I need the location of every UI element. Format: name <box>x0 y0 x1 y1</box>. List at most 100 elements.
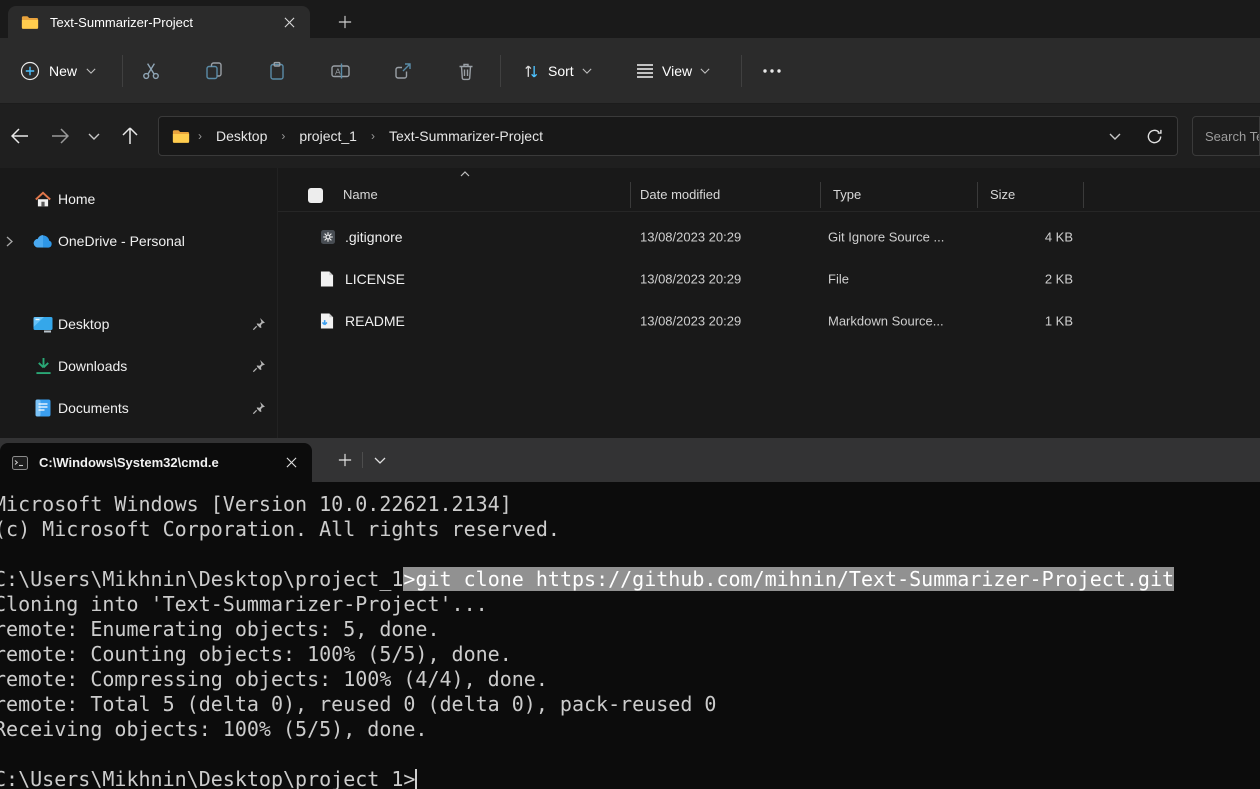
explorer-tab[interactable]: Text-Summarizer-Project <box>8 6 310 38</box>
breadcrumb-desktop[interactable]: Desktop <box>210 125 273 147</box>
sidebar-item-label: Desktop <box>58 316 109 332</box>
select-all-checkbox[interactable] <box>308 188 323 203</box>
terminal-line: Cloning into 'Text-Summarizer-Project'..… <box>0 592 1260 617</box>
file-explorer-window: Text-Summarizer-Project New <box>0 0 1260 438</box>
column-header-type[interactable]: Type <box>833 187 861 202</box>
address-bar[interactable]: › Desktop › project_1 › Text-Summarizer-… <box>158 116 1178 156</box>
terminal-profile-dropdown-button[interactable] <box>366 446 394 474</box>
table-row[interactable]: .gitignore 13/08/2023 20:29 Git Ignore S… <box>278 216 1260 258</box>
gitignore-file-icon <box>320 229 336 245</box>
column-headers: Name Date modified Type Size <box>278 180 1260 212</box>
sidebar-item-onedrive[interactable]: OneDrive - Personal <box>4 224 272 258</box>
up-button[interactable] <box>112 118 148 154</box>
column-divider[interactable] <box>630 182 631 208</box>
terminal-line: (c) Microsoft Corporation. All rights re… <box>0 517 1260 542</box>
expand-chevron-icon[interactable] <box>6 236 20 247</box>
file-list: Name Date modified Type Size <box>278 168 1260 438</box>
svg-text:A: A <box>335 67 341 77</box>
file-date-modified: 13/08/2023 20:29 <box>640 272 741 287</box>
column-divider[interactable] <box>820 182 821 208</box>
file-size: 4 KB <box>977 230 1073 245</box>
sort-button-label: Sort <box>548 63 574 79</box>
toolbar-divider <box>122 55 123 87</box>
terminal-prompt-line: C:\Users\Mikhnin\Desktop\project_1> <box>0 767 1260 789</box>
terminal-bar-divider <box>362 452 363 468</box>
terminal-line-blank <box>0 542 1260 567</box>
column-header-date[interactable]: Date modified <box>640 187 720 202</box>
file-type: Git Ignore Source ... <box>828 230 944 245</box>
toolbar-divider <box>741 55 742 87</box>
table-row[interactable]: README 13/08/2023 20:29 Markdown Source.… <box>278 300 1260 342</box>
documents-icon <box>32 399 54 417</box>
new-tab-button[interactable] <box>330 8 360 36</box>
navigation-pane: Home OneDrive - Personal Desktop <box>0 168 278 438</box>
file-size: 1 KB <box>977 314 1073 329</box>
column-divider[interactable] <box>1083 182 1084 208</box>
column-header-name[interactable]: Name <box>343 187 378 202</box>
copy-button[interactable] <box>194 51 234 91</box>
terminal-line: remote: Total 5 (delta 0), reused 0 (del… <box>0 692 1260 717</box>
desktop-icon <box>32 316 54 333</box>
terminal-line: remote: Counting objects: 100% (5/5), do… <box>0 642 1260 667</box>
home-icon <box>32 191 54 208</box>
more-options-button[interactable] <box>752 51 792 91</box>
table-row[interactable]: LICENSE 13/08/2023 20:29 File 2 KB <box>278 258 1260 300</box>
breadcrumb-project-1[interactable]: project_1 <box>293 125 363 147</box>
new-button-label: New <box>49 63 77 79</box>
close-terminal-tab-icon[interactable] <box>278 450 304 476</box>
onedrive-icon <box>32 234 54 248</box>
rename-button[interactable]: A <box>320 51 360 91</box>
explorer-toolbar: New A <box>0 38 1260 104</box>
close-tab-icon[interactable] <box>276 9 302 35</box>
ellipsis-icon <box>763 69 781 73</box>
sidebar-item-downloads[interactable]: Downloads <box>4 349 272 383</box>
copy-icon <box>204 61 224 81</box>
recent-locations-button[interactable] <box>76 118 112 154</box>
view-button-label: View <box>662 63 692 79</box>
terminal-prompt: C:\Users\Mikhnin\Desktop\project_1> <box>0 767 415 789</box>
sidebar-item-label: Home <box>58 191 95 207</box>
scissors-icon <box>141 61 161 81</box>
sidebar-item-documents[interactable]: Documents <box>4 391 272 425</box>
view-button[interactable]: View <box>630 51 716 91</box>
column-header-size[interactable]: Size <box>990 187 1015 202</box>
sidebar-item-desktop[interactable]: Desktop <box>4 307 272 341</box>
sort-icon <box>522 62 540 80</box>
markdown-file-icon <box>320 313 334 330</box>
file-name: .gitignore <box>345 229 403 245</box>
address-dropdown-button[interactable] <box>1100 121 1130 151</box>
chevron-down-icon <box>700 68 710 74</box>
share-button[interactable] <box>383 51 423 91</box>
blank-file-icon <box>320 271 334 288</box>
sort-ascending-icon <box>460 171 470 177</box>
clipboard-icon <box>267 61 287 81</box>
terminal-tab[interactable]: C:\Windows\System32\cmd.e <box>0 443 312 482</box>
breadcrumb-text-summarizer-project[interactable]: Text-Summarizer-Project <box>383 125 549 147</box>
search-input[interactable]: Search Te <box>1192 116 1260 156</box>
explorer-tab-bar: Text-Summarizer-Project <box>0 0 1260 38</box>
file-date-modified: 13/08/2023 20:29 <box>640 230 741 245</box>
back-button[interactable] <box>2 118 38 154</box>
sidebar-item-home[interactable]: Home <box>4 182 272 216</box>
terminal-cursor <box>415 769 417 789</box>
delete-button[interactable] <box>446 51 486 91</box>
file-type: File <box>828 272 849 287</box>
forward-button[interactable] <box>42 118 78 154</box>
sort-button[interactable]: Sort <box>516 51 598 91</box>
terminal-line: Microsoft Windows [Version 10.0.22621.21… <box>0 492 1260 517</box>
share-icon <box>393 61 413 81</box>
cut-button[interactable] <box>131 51 171 91</box>
terminal-output: Microsoft Windows [Version 10.0.22621.21… <box>0 482 1260 789</box>
file-name: LICENSE <box>345 271 405 287</box>
breadcrumb-separator-icon: › <box>280 129 286 143</box>
terminal-tab-bar: C:\Windows\System32\cmd.e <box>0 438 1260 482</box>
pin-icon[interactable] <box>250 359 268 373</box>
new-button[interactable]: New <box>14 51 102 91</box>
column-divider[interactable] <box>977 182 978 208</box>
pin-icon[interactable] <box>250 317 268 331</box>
folder-icon <box>21 15 39 30</box>
paste-button[interactable] <box>257 51 297 91</box>
new-terminal-tab-button[interactable] <box>330 446 360 474</box>
pin-icon[interactable] <box>250 401 268 415</box>
refresh-button[interactable] <box>1137 121 1171 151</box>
